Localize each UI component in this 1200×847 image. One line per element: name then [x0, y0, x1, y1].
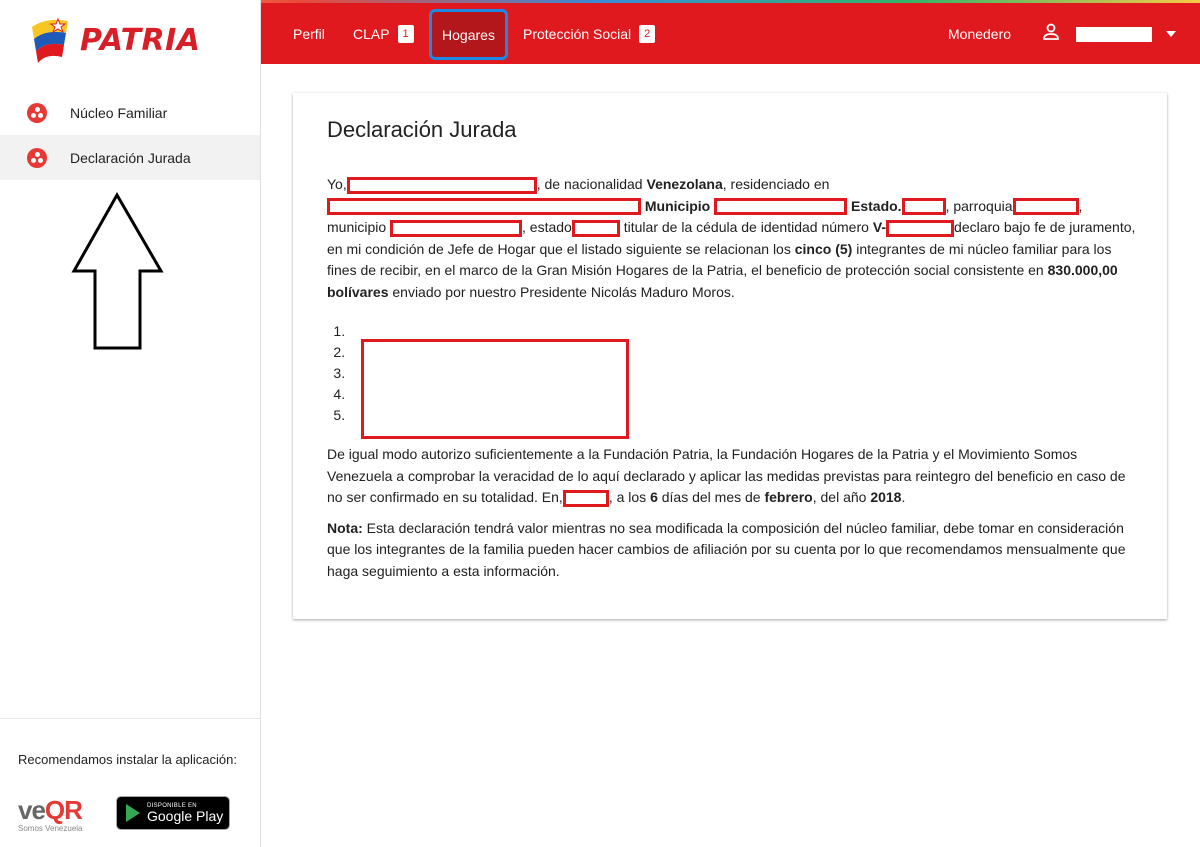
brand-name: PATRIA [80, 22, 201, 58]
username-redacted[interactable] [1076, 27, 1152, 42]
patria-dots-icon [27, 147, 47, 168]
top-navbar: Perfil CLAP 1 Hogares Protección Social … [261, 3, 1200, 64]
clap-count-badge: 1 [397, 24, 414, 43]
redacted-cedula [886, 219, 955, 237]
redacted-city [562, 489, 609, 507]
nav-hogares-label: Hogares [442, 26, 495, 43]
veqr-subtitle: Somos Venezuela [18, 824, 83, 833]
redacted-municipio-2 [390, 219, 523, 237]
veqr-logo[interactable]: veQR Somos Venezuela [18, 795, 98, 835]
redacted-estado [901, 198, 946, 216]
sidebar: PATRIA Núcleo Familiar Declaración Jurad… [0, 0, 261, 847]
up-arrow-annotation [71, 192, 164, 350]
redacted-name [346, 176, 537, 194]
declaration-body: Yo,, de nacionalidad Venezolana, residen… [327, 174, 1137, 582]
nav-monedero-label: Monedero [948, 25, 1012, 42]
redacted-estado-2 [571, 219, 620, 237]
sidebar-menu: Núcleo Familiar Declaración Jurada [0, 90, 260, 180]
google-play-badge[interactable]: DISPONIBLE EN Google Play [116, 796, 230, 830]
members-list [327, 321, 1137, 439]
note-paragraph: Nota: Esta declaración tendrá valor mien… [327, 519, 1126, 579]
declaration-paragraph: Yo,, de nacionalidad Venezolana, residen… [327, 176, 1136, 300]
authorization-paragraph: De igual modo autorizo suficientemente a… [327, 446, 1126, 507]
redacted-address [327, 198, 641, 216]
nav-perfil[interactable]: Perfil [293, 3, 325, 64]
page-title: Declaración Jurada [327, 117, 517, 142]
sidebar-item-label: Declaración Jurada [70, 149, 191, 166]
sidebar-item-declaracion-jurada[interactable]: Declaración Jurada [0, 135, 260, 180]
patria-flag-icon [28, 15, 74, 65]
patria-dots-icon [27, 102, 47, 123]
redacted-members [361, 339, 629, 439]
proteccion-count-badge: 2 [639, 24, 656, 43]
patria-logo[interactable]: PATRIA [28, 14, 218, 66]
recommend-text: Recomendamos instalar la aplicación: [18, 752, 237, 767]
google-play-label: Google Play [147, 807, 224, 824]
nav-perfil-label: Perfil [293, 25, 325, 42]
nav-hogares[interactable]: Hogares [429, 9, 508, 60]
nav-clap[interactable]: CLAP 1 [353, 3, 414, 64]
redacted-parroquia [1012, 198, 1079, 216]
sidebar-item-nucleo-familiar[interactable]: Núcleo Familiar [0, 90, 260, 135]
play-store-icon [126, 804, 140, 822]
app-recommendation: Recomendamos instalar la aplicación: veQ… [0, 718, 260, 847]
redacted-municipio [714, 198, 848, 216]
nav-clap-label: CLAP [353, 25, 390, 42]
chevron-down-icon[interactable] [1166, 31, 1176, 37]
nav-proteccion-social[interactable]: Protección Social 2 [523, 3, 656, 64]
nav-proteccion-label: Protección Social [523, 25, 632, 42]
user-icon[interactable] [1042, 23, 1060, 41]
nav-monedero[interactable]: Monedero [948, 3, 1011, 64]
sidebar-item-label: Núcleo Familiar [70, 104, 168, 121]
declaration-card: Declaración Jurada Yo,, de nacionalidad … [293, 93, 1167, 619]
